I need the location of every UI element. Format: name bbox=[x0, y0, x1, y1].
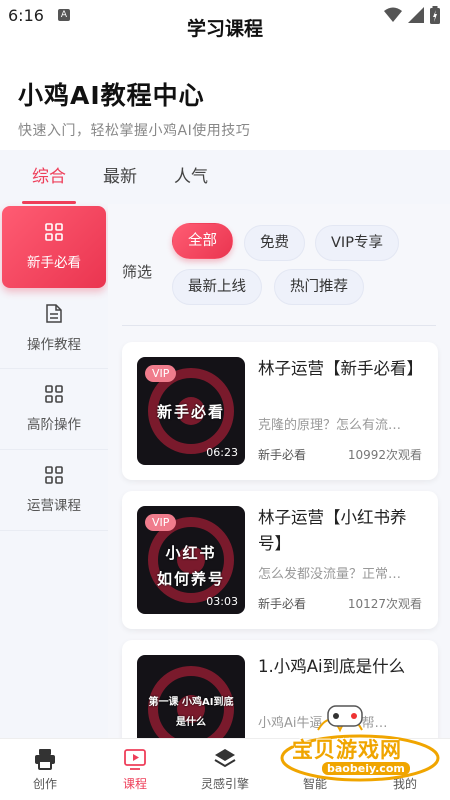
category-sidebar: 新手必看 操作教程 高阶操作 运营课程 bbox=[0, 204, 108, 738]
course-description: 怎么发都没流量？正常… bbox=[258, 567, 402, 582]
vip-badge: VIP bbox=[145, 365, 177, 382]
sidebar-item-operations[interactable]: 运营课程 bbox=[0, 450, 108, 531]
nav-label: 创作 bbox=[32, 776, 57, 791]
filter-chip-vip[interactable]: VIP专享 bbox=[315, 225, 399, 261]
watermark-text: 宝贝游戏网 bbox=[292, 738, 402, 762]
filter-chip-newest[interactable]: 最新上线 bbox=[172, 269, 262, 305]
tab-latest[interactable]: 最新 bbox=[103, 150, 137, 204]
course-tag: 新手必看 bbox=[258, 597, 307, 611]
course-card[interactable]: VIP 小红书 如何养号 03:03 林子运营【小红书养号】 怎么发都没流量？正… bbox=[122, 491, 438, 629]
sidebar-item-tutorial[interactable]: 操作教程 bbox=[0, 288, 108, 369]
course-tag: 新手必看 bbox=[258, 448, 307, 462]
video-duration: 06:23 bbox=[206, 446, 238, 459]
filter-chip-free[interactable]: 免费 bbox=[244, 225, 305, 261]
course-content[interactable]: 筛选 全部 免费 VIP专享 最新上线 热门推荐 VIP 新手必看 06:23 … bbox=[108, 204, 450, 738]
hero-subtitle: 快速入门，轻松掌握小鸡AI使用技巧 bbox=[18, 123, 251, 139]
page-title: 学习课程 bbox=[186, 18, 263, 40]
tab-overview[interactable]: 综合 bbox=[22, 150, 76, 204]
course-title: 1.小鸡Ai到底是什么 bbox=[258, 657, 406, 676]
printer-icon bbox=[35, 748, 55, 770]
watermark-url: baobeiy.com bbox=[322, 762, 410, 775]
document-icon bbox=[46, 303, 62, 323]
course-thumbnail: VIP 新手必看 06:23 bbox=[137, 357, 245, 465]
filter-chip-all[interactable]: 全部 bbox=[172, 223, 233, 259]
nav-label: 课程 bbox=[122, 776, 147, 791]
nav-courses[interactable]: 课程 bbox=[90, 739, 180, 800]
thumbnail-title: 新手必看 bbox=[156, 403, 225, 421]
sidebar-item-label: 新手必看 bbox=[27, 255, 81, 271]
thumbnail-title: 第一课 小鸡AI到底是什么 bbox=[148, 697, 234, 728]
filter-chip-hot[interactable]: 热门推荐 bbox=[274, 269, 364, 305]
grid-icon bbox=[45, 385, 63, 403]
sidebar-item-beginner[interactable]: 新手必看 bbox=[2, 206, 106, 288]
vip-badge: VIP bbox=[145, 514, 177, 531]
tab-bar: 综合 最新 人气 bbox=[0, 150, 450, 204]
video-icon bbox=[124, 748, 146, 770]
course-thumbnail: 第一课 小鸡AI到底是什么 bbox=[137, 655, 245, 738]
tab-popular[interactable]: 人气 bbox=[174, 150, 208, 204]
sidebar-item-advanced[interactable]: 高阶操作 bbox=[0, 369, 108, 450]
nav-inspiration[interactable]: 灵感引擎 bbox=[180, 739, 270, 800]
sidebar-item-label: 高阶操作 bbox=[27, 417, 81, 433]
nav-create[interactable]: 创作 bbox=[0, 739, 90, 800]
view-count: 10127次观看 bbox=[347, 597, 422, 611]
nav-label: 灵感引擎 bbox=[200, 776, 249, 791]
course-description: 克隆的原理？怎么有流… bbox=[258, 418, 402, 433]
grid-icon bbox=[45, 223, 63, 241]
thumbnail-title: 小红书 如何养号 bbox=[157, 544, 226, 588]
view-count: 10992次观看 bbox=[347, 448, 422, 462]
course-title: 林子运营【新手必看】 bbox=[258, 359, 423, 378]
course-card[interactable]: VIP 新手必看 06:23 林子运营【新手必看】 克隆的原理？怎么有流… 新手… bbox=[122, 342, 438, 480]
grid-icon bbox=[45, 466, 63, 484]
video-duration: 03:03 bbox=[206, 595, 238, 608]
hero-title: 小鸡AI教程中心 bbox=[18, 81, 205, 110]
layers-icon bbox=[214, 748, 236, 767]
filter-label: 筛选 bbox=[122, 263, 153, 281]
divider bbox=[122, 325, 436, 326]
course-title: 林子运营【小红书养号】 bbox=[258, 508, 407, 553]
sidebar-item-label: 运营课程 bbox=[27, 498, 81, 514]
course-thumbnail: VIP 小红书 如何养号 03:03 bbox=[137, 506, 245, 614]
sidebar-item-label: 操作教程 bbox=[27, 336, 81, 353]
